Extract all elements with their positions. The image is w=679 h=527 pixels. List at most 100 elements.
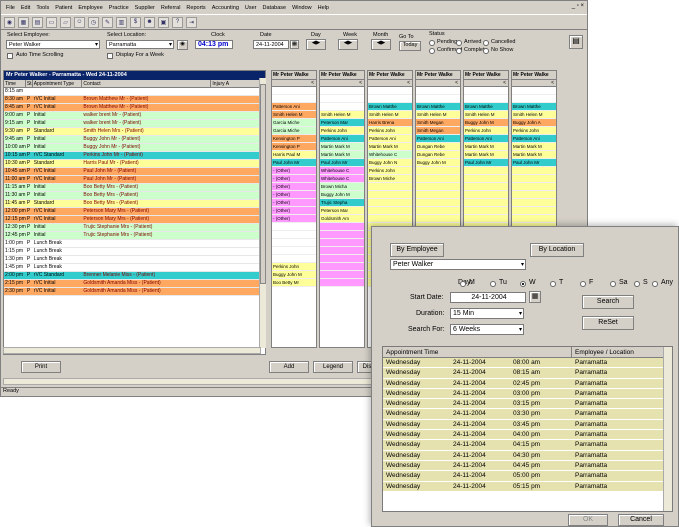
appointment-cell[interactable] (272, 255, 316, 263)
auto-scroll-checkbox[interactable] (7, 53, 13, 59)
by-employee-button[interactable]: By Employee (390, 243, 444, 257)
status-radio-arrived[interactable] (456, 40, 462, 46)
appointment-cell[interactable] (416, 215, 460, 223)
appointment-cell[interactable]: Brown Matthe (368, 103, 412, 111)
appointment-cell[interactable]: Patterson Ani (512, 135, 556, 143)
appointment-cell[interactable] (512, 167, 556, 175)
list-item[interactable]: Wednesday 24-11-2004 03:15 pm Parramatta (383, 399, 672, 410)
month-nav-buttons[interactable]: ◀▶ (371, 39, 391, 50)
duration-select[interactable]: 15 Min (450, 308, 524, 319)
cancel-button[interactable]: Cancel (618, 514, 664, 526)
column-header[interactable]: Stat (26, 80, 33, 87)
appointment-cell[interactable]: Harris Paul M (272, 151, 316, 159)
appointment-cell[interactable]: Paul John Mr (272, 159, 316, 167)
appointment-cell[interactable]: Smith Helen M (272, 111, 316, 119)
appointment-cell[interactable] (512, 95, 556, 103)
day-radio-w[interactable] (520, 281, 526, 287)
money-icon[interactable]: $ (130, 16, 141, 28)
appointment-cell[interactable]: Martin Mark M (320, 151, 364, 159)
appointment-cell[interactable] (272, 239, 316, 247)
appointment-cell[interactable]: Buggy John M (320, 191, 364, 199)
exit-icon[interactable]: ⇥ (186, 16, 197, 28)
table-row[interactable]: 2:00 pm PrVC Standard Brenner Melanie Miss… (4, 272, 265, 280)
day-radio-m[interactable] (460, 281, 466, 287)
appointment-cell[interactable]: Trujic Stepha (320, 199, 364, 207)
menu-item-tools[interactable]: Tools (33, 5, 52, 11)
appointment-cell[interactable] (416, 167, 460, 175)
employee-location-header[interactable]: Employee / Location (572, 347, 665, 357)
appointment-cell[interactable]: Whitehouse C (368, 151, 412, 159)
appointment-cell[interactable] (320, 271, 364, 279)
column-nav[interactable]: < (416, 80, 460, 87)
column-header[interactable]: Injury A (211, 80, 265, 87)
add-button[interactable]: Add (269, 361, 309, 373)
table-row[interactable]: 11:45 am P Standard Boo Betty Mrs - (Patien… (4, 200, 265, 208)
binoculars-search-icon[interactable]: ◉ (177, 40, 188, 50)
table-row[interactable]: 12:30 pm P Initial Trujic Stephanie Mrs - (… (4, 224, 265, 232)
database-icon[interactable]: ▣ (158, 16, 169, 28)
table-row[interactable]: 10:45 am PrVC Initial Paul John Mr - (Pati… (4, 168, 265, 176)
appointment-cell[interactable]: Kensington P (272, 143, 316, 151)
table-row[interactable]: 11:00 am PrVC Initial Paul John Mr - (Pati… (4, 176, 265, 184)
menu-item-database[interactable]: Database (260, 5, 290, 11)
table-row[interactable]: 12:15 pm PrVC Initial Peterson Mary Mrs - … (4, 216, 265, 224)
menu-item-user[interactable]: User (242, 5, 260, 11)
appointment-cell[interactable] (272, 231, 316, 239)
appointment-cell[interactable]: Garcia Miche (272, 127, 316, 135)
chart-icon[interactable]: ▥ (116, 16, 127, 28)
table-row[interactable]: 9:30 am P Standard Smith Helen Mrs - (Patie… (4, 128, 265, 136)
appointment-cell[interactable]: Patterson Ani (368, 135, 412, 143)
folder-icon[interactable]: ▱ (60, 16, 71, 28)
appointment-cell[interactable]: Paul John Mr (512, 159, 556, 167)
appointment-cell[interactable]: Paul John Mr (464, 159, 508, 167)
ok-button[interactable]: OK (568, 514, 608, 526)
day-radio-any[interactable] (652, 281, 658, 287)
appointment-cell[interactable]: Patterson Ani (416, 135, 460, 143)
day-radio-sa[interactable] (610, 281, 616, 287)
table-row[interactable]: 2:15 pm PrVC Initial Goldsmith Amanda Miss… (4, 280, 265, 288)
appointment-cell[interactable] (416, 87, 460, 95)
table-row[interactable]: 12:00 pm PrVC Initial Peterson Mary Mrs - … (4, 208, 265, 216)
day-radio-s[interactable] (634, 281, 640, 287)
appointment-cell[interactable] (512, 175, 556, 183)
appointment-cell[interactable]: Martin Mark M (512, 151, 556, 159)
menu-item-help[interactable]: Help (315, 5, 332, 11)
appointment-cell[interactable]: Boo Betty Mr (272, 279, 316, 287)
appointment-cell[interactable] (320, 255, 364, 263)
appointment-cell[interactable] (512, 87, 556, 95)
appointment-cell[interactable]: - (Other) (272, 183, 316, 191)
date-picker-icon[interactable]: ▦ (290, 40, 299, 49)
table-row[interactable]: 1:30 pm P Lunch Break (4, 256, 265, 264)
appointment-cell[interactable]: Smith Helen M (368, 111, 412, 119)
status-radio-confirmed[interactable] (429, 48, 435, 54)
appointment-cell[interactable]: - (Other) (272, 191, 316, 199)
table-row[interactable]: 1:15 pm P Lunch Break (4, 248, 265, 256)
user-icon[interactable]: ☻ (144, 16, 155, 28)
day-radio-tu[interactable] (490, 281, 496, 287)
menu-item-patient[interactable]: Patient (52, 5, 75, 11)
reset-button[interactable]: ReSet (582, 316, 634, 330)
appointment-cell[interactable] (464, 167, 508, 175)
appointment-cell[interactable] (416, 207, 460, 215)
appointment-cell[interactable]: Garcia Miche (272, 119, 316, 127)
appointment-cell[interactable] (464, 175, 508, 183)
results-scrollbar[interactable] (663, 347, 672, 511)
appointment-cell[interactable]: Peterson Mar (320, 207, 364, 215)
column-header[interactable]: Time (4, 80, 26, 87)
column-nav[interactable]: < (272, 80, 316, 87)
appointment-cell[interactable]: Paul John Mr (320, 159, 364, 167)
menu-item-referral[interactable]: Referral (158, 5, 184, 11)
today-button[interactable]: Today (399, 41, 421, 51)
appointment-cell[interactable] (272, 223, 316, 231)
location-select[interactable]: Parramatta (106, 40, 174, 49)
grid-icon[interactable]: ▤ (32, 16, 43, 28)
appointment-cell[interactable]: Martin Mark M (512, 143, 556, 151)
appointment-cell[interactable] (320, 95, 364, 103)
list-item[interactable]: Wednesday 24-11-2004 08:00 am Parramatta (383, 358, 672, 369)
appointment-cell[interactable] (416, 95, 460, 103)
document-icon[interactable]: ▭ (46, 16, 57, 28)
menu-item-practice[interactable]: Practice (106, 5, 132, 11)
appointment-cell[interactable] (512, 215, 556, 223)
appointment-cell[interactable]: Perkins John (464, 127, 508, 135)
menu-item-supplier[interactable]: Supplier (132, 5, 158, 11)
